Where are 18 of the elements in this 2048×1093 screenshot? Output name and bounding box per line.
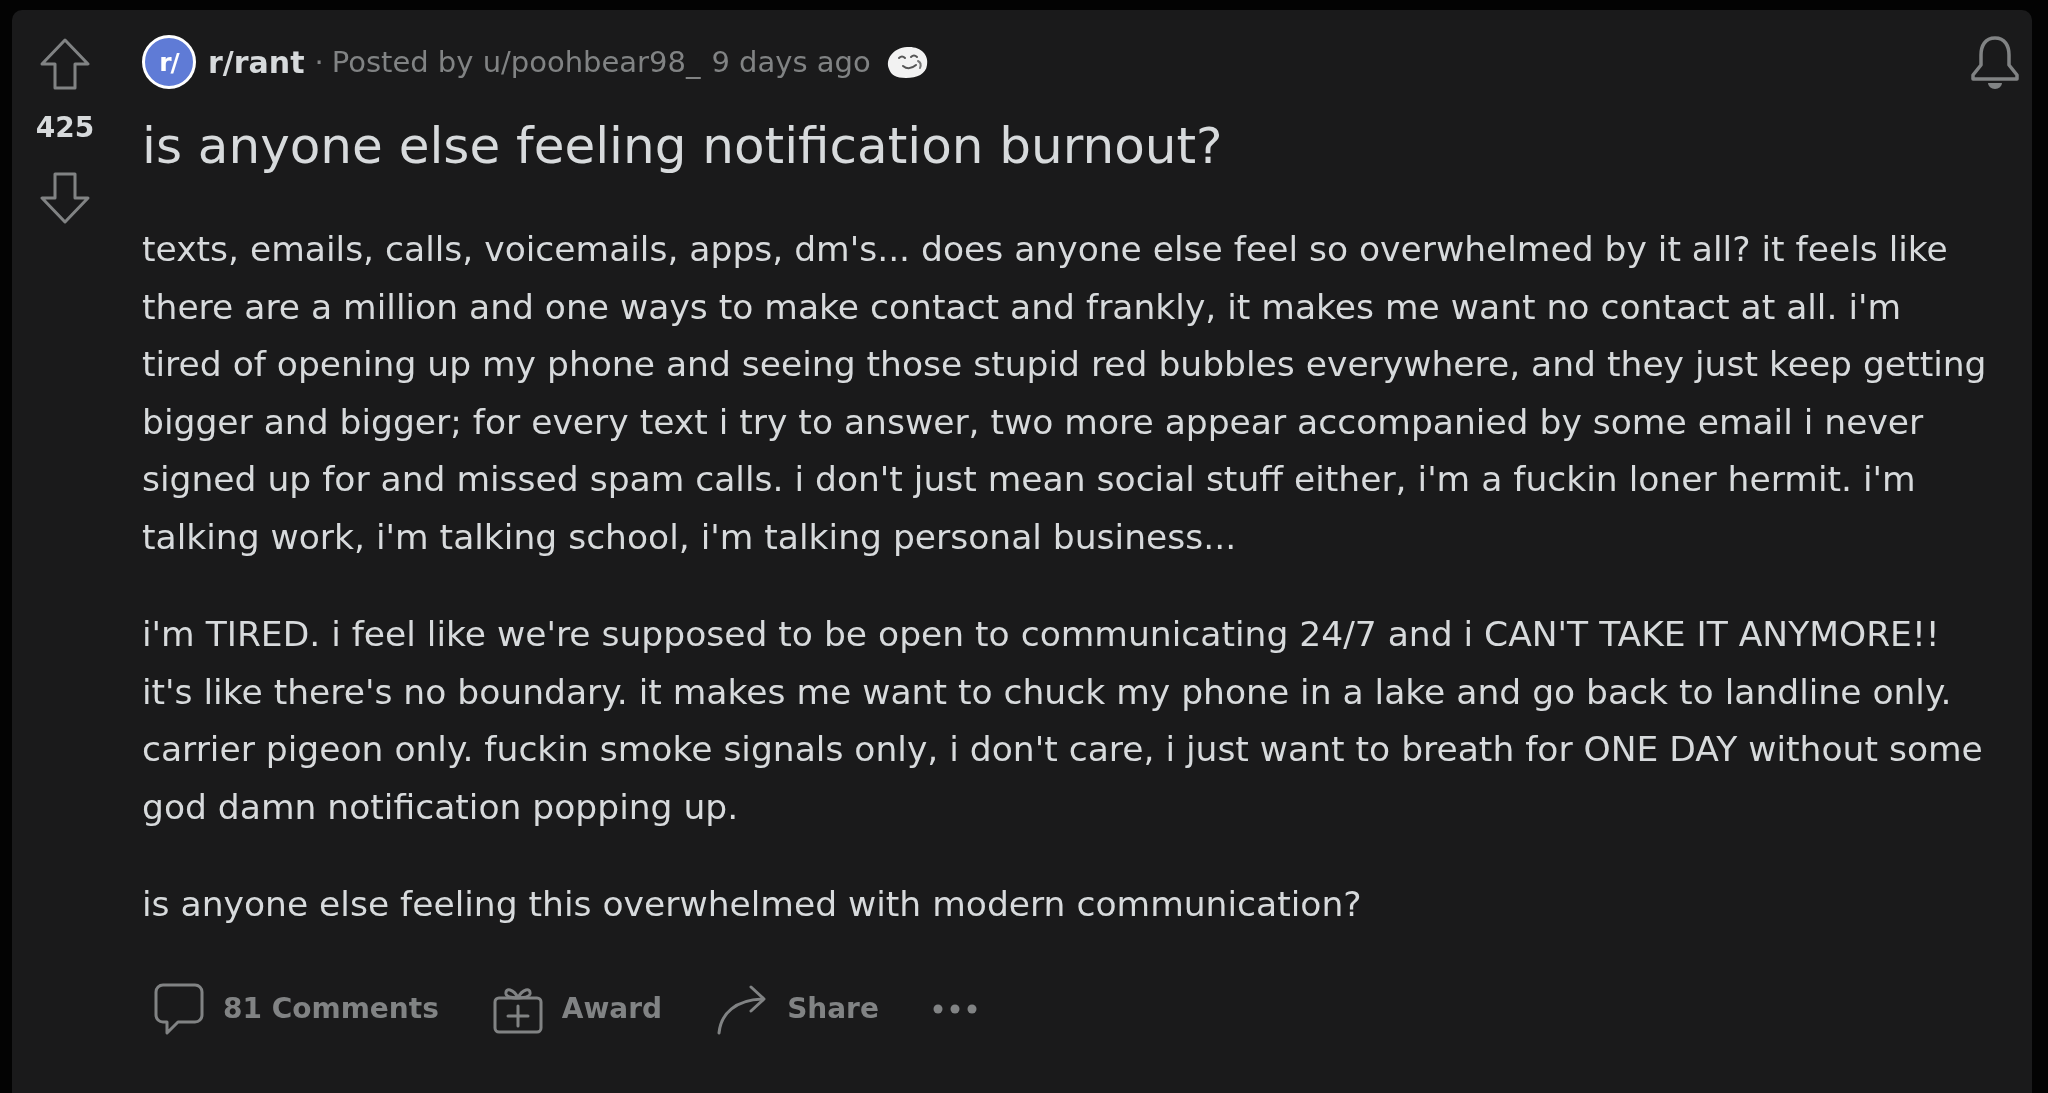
speech-bubble-icon (154, 982, 204, 1035)
bell-icon[interactable] (1969, 34, 2021, 90)
post-paragraph: texts, emails, calls, voicemails, apps, dm's... does anyone else feel so overwhelmed by it all? it feels like there are a million and one ways to make contact and frankly, it makes me want no contact at all. i'm tired of opening up my phone and seeing those stupid red bubbles everywhere, and they just keep getting bigger and bigger; for every text i try to answer, two more appear accompanied by some email i never signed up for and missed spam calls. i don't just mean social stuff either, i'm a fuckin loner hermit. i'm talking work, i'm talking school, i'm talking personal business... (142, 228, 1988, 559)
share-button[interactable]: Share (704, 976, 891, 1041)
post-title: is anyone else feeling notification burnout? (142, 116, 1224, 176)
post-time: 9 days ago (711, 45, 871, 79)
vote-count: 425 (35, 114, 95, 142)
subreddit-link[interactable]: r/rant (208, 44, 305, 80)
post-paragraph: i'm TIRED. i feel like we're supposed to be open to communicating 24/7 and i CAN'T TAKE IT ANYMORE!! it's like there's no boundary. it makes me want to chuck my phone in a lake and go back to landline only. carrier pigeon only. fuckin smoke signals only, i don't care, i just want to breath for ONE DAY without some god damn notification popping up. (142, 613, 1984, 829)
down-arrow-icon[interactable] (40, 172, 90, 224)
up-arrow-icon[interactable] (40, 38, 90, 90)
post-paragraph: is anyone else feeling this overwhelmed with modern communication? (142, 883, 1363, 926)
dots-icon (932, 1003, 977, 1014)
award-button[interactable]: Award (480, 976, 675, 1041)
post-author: Posted by u/poohbear98_ (331, 45, 701, 79)
subreddit-avatar[interactable]: r/ (142, 35, 196, 89)
comments-button[interactable]: 81 Comments (142, 976, 451, 1041)
separator: · (314, 45, 324, 79)
